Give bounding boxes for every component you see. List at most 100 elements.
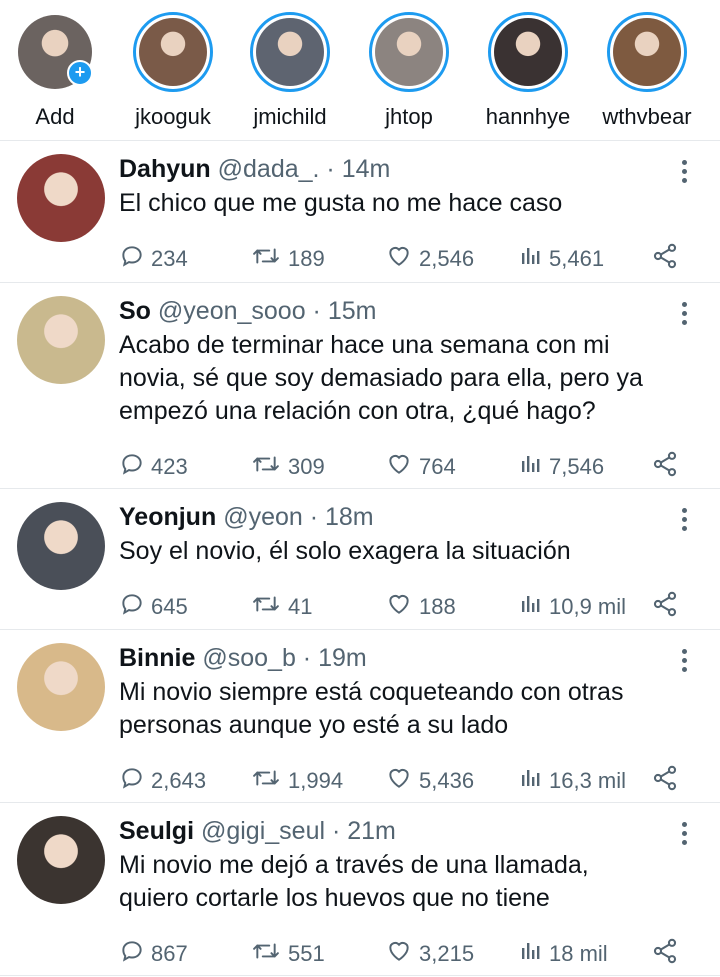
avatar: [256, 18, 324, 86]
story-hannhye[interactable]: hannhye: [473, 12, 583, 130]
retweet-button[interactable]: 551: [250, 939, 325, 969]
story-avatar-ring[interactable]: +: [15, 12, 95, 92]
tweet[interactable]: Binnie @soo_b · 19m Mi novio siempre está…: [0, 629, 720, 803]
author-name[interactable]: So: [119, 297, 151, 325]
like-button[interactable]: 5,436: [385, 766, 474, 796]
share-button[interactable]: [651, 591, 685, 622]
more-icon[interactable]: [682, 160, 690, 187]
like-icon: [385, 765, 419, 797]
tweet-actions: 867 551 3,215 18 mil: [119, 938, 689, 969]
tweet-header: Seulgi @gigi_seul · 21m: [119, 817, 396, 846]
share-button[interactable]: [651, 765, 685, 796]
story-jhtop[interactable]: jhtop: [354, 12, 464, 130]
avatar: [613, 18, 681, 86]
tweet[interactable]: Yeonjun @yeon · 18m Soy el novio, él solo…: [0, 488, 720, 630]
tweet[interactable]: Seulgi @gigi_seul · 21m Mi novio me dejó …: [0, 802, 720, 976]
author-handle-time: @yeon_sooo · 15m: [157, 297, 377, 325]
retweet-button[interactable]: 189: [250, 244, 325, 274]
more-icon[interactable]: [682, 822, 690, 849]
retweet-button[interactable]: 41: [250, 592, 312, 622]
tweet-actions: 423 309 764 7,546: [119, 450, 689, 484]
reply-button[interactable]: 2,643: [119, 766, 206, 796]
story-label: jkooguk: [135, 104, 211, 129]
retweet-count: 1,994: [288, 768, 344, 793]
reply-button[interactable]: 645: [119, 592, 188, 622]
tweet-text: Acabo de terminar hace una semana con mi…: [119, 329, 660, 428]
tweet-text-line: Soy el novio, él solo exagera la situaci…: [119, 537, 571, 565]
author-handle-time: @dada_. · 14m: [217, 155, 391, 183]
tweet-text-line: Mi novio me dejó a través de una llamada…: [119, 851, 589, 879]
views-icon: [519, 243, 549, 275]
author-name[interactable]: Seulgi: [119, 817, 194, 845]
author-name[interactable]: Binnie: [119, 644, 195, 672]
retweet-icon: [250, 243, 288, 275]
views-button[interactable]: 10,9 mil: [519, 592, 626, 622]
avatar[interactable]: [17, 296, 105, 384]
story-avatar-ring[interactable]: [250, 12, 330, 92]
retweet-button[interactable]: 309: [250, 452, 325, 482]
tweet-text-line: Acabo de terminar hace una semana con mi: [119, 331, 610, 359]
views-count: 10,9 mil: [549, 594, 627, 619]
like-button[interactable]: 3,215: [385, 939, 474, 969]
story-avatar-ring[interactable]: [607, 12, 687, 92]
views-button[interactable]: 7,546: [519, 452, 604, 482]
retweet-count: 189: [288, 246, 325, 271]
tweet-actions: 2,643 1,994 5,436 16,3 mil: [119, 765, 689, 796]
story-avatar-ring[interactable]: [133, 12, 213, 92]
share-button[interactable]: [651, 243, 685, 274]
views-button[interactable]: 5,461: [519, 244, 604, 274]
views-button[interactable]: 18 mil: [519, 939, 608, 969]
reply-button[interactable]: 234: [119, 244, 188, 274]
tweet-header: Yeonjun @yeon · 18m: [119, 503, 374, 532]
tweet-text-line: El chico que me gusta no me hace caso: [119, 189, 563, 217]
story-jmichild[interactable]: jmichild: [235, 12, 345, 130]
views-count: 5,461: [549, 246, 605, 271]
retweet-count: 551: [288, 941, 325, 966]
tweet[interactable]: Dahyun @dada_. · 14m El chico que me gust…: [0, 140, 720, 283]
avatar[interactable]: [17, 816, 105, 904]
like-button[interactable]: 764: [385, 452, 456, 482]
story-avatar-ring[interactable]: [488, 12, 568, 92]
avatar[interactable]: [17, 502, 105, 590]
story-wthvbear[interactable]: wthvbear: [592, 12, 702, 130]
author-name[interactable]: Dahyun: [119, 155, 211, 183]
author-name[interactable]: Yeonjun: [119, 503, 216, 531]
story-label: jmichild: [253, 104, 327, 129]
stories-bar: + Add jkooguk jmichild jhtop hannhye wthvbear: [0, 0, 720, 141]
like-icon: [385, 243, 419, 275]
views-count: 7,546: [549, 454, 605, 479]
author-handle-time: @gigi_seul · 21m: [200, 817, 396, 845]
story-jkooguk[interactable]: jkooguk: [118, 12, 228, 130]
like-count: 764: [419, 454, 456, 479]
more-icon[interactable]: [682, 508, 690, 535]
views-icon: [519, 451, 549, 483]
share-icon: [651, 450, 685, 484]
reply-button[interactable]: 867: [119, 939, 188, 969]
add-story-icon[interactable]: +: [67, 60, 93, 86]
share-button[interactable]: [651, 450, 685, 484]
tweet-actions: 645 41 188 10,9 mil: [119, 591, 689, 622]
reply-icon: [119, 451, 151, 483]
tweet-text: Soy el novio, él solo exagera la situaci…: [119, 535, 660, 568]
like-button[interactable]: 2,546: [385, 244, 474, 274]
views-button[interactable]: 16,3 mil: [519, 766, 626, 796]
avatar[interactable]: [17, 643, 105, 731]
tweet-text-line: personas aunque yo esté a su lado: [119, 711, 509, 739]
tweet-text: Mi novio me dejó a través de una llamada…: [119, 849, 660, 915]
avatar[interactable]: [17, 154, 105, 242]
retweet-icon: [250, 938, 288, 970]
retweet-button[interactable]: 1,994: [250, 766, 343, 796]
more-icon[interactable]: [682, 302, 690, 329]
like-button[interactable]: 188: [385, 592, 456, 622]
reply-button[interactable]: 423: [119, 452, 188, 482]
tweet[interactable]: So @yeon_sooo · 15m Acabo de terminar hac…: [0, 282, 720, 489]
like-count: 2,546: [419, 246, 475, 271]
story-add[interactable]: + Add: [0, 12, 110, 130]
tweet-text-line: empezó una relación con otra, ¿qué hago?: [119, 397, 596, 425]
share-button[interactable]: [651, 938, 685, 969]
story-avatar-ring[interactable]: [369, 12, 449, 92]
tweet-actions: 234 189 2,546 5,461: [119, 243, 689, 274]
more-icon[interactable]: [682, 649, 690, 676]
reply-icon: [119, 765, 151, 797]
story-label: Add: [35, 104, 75, 129]
